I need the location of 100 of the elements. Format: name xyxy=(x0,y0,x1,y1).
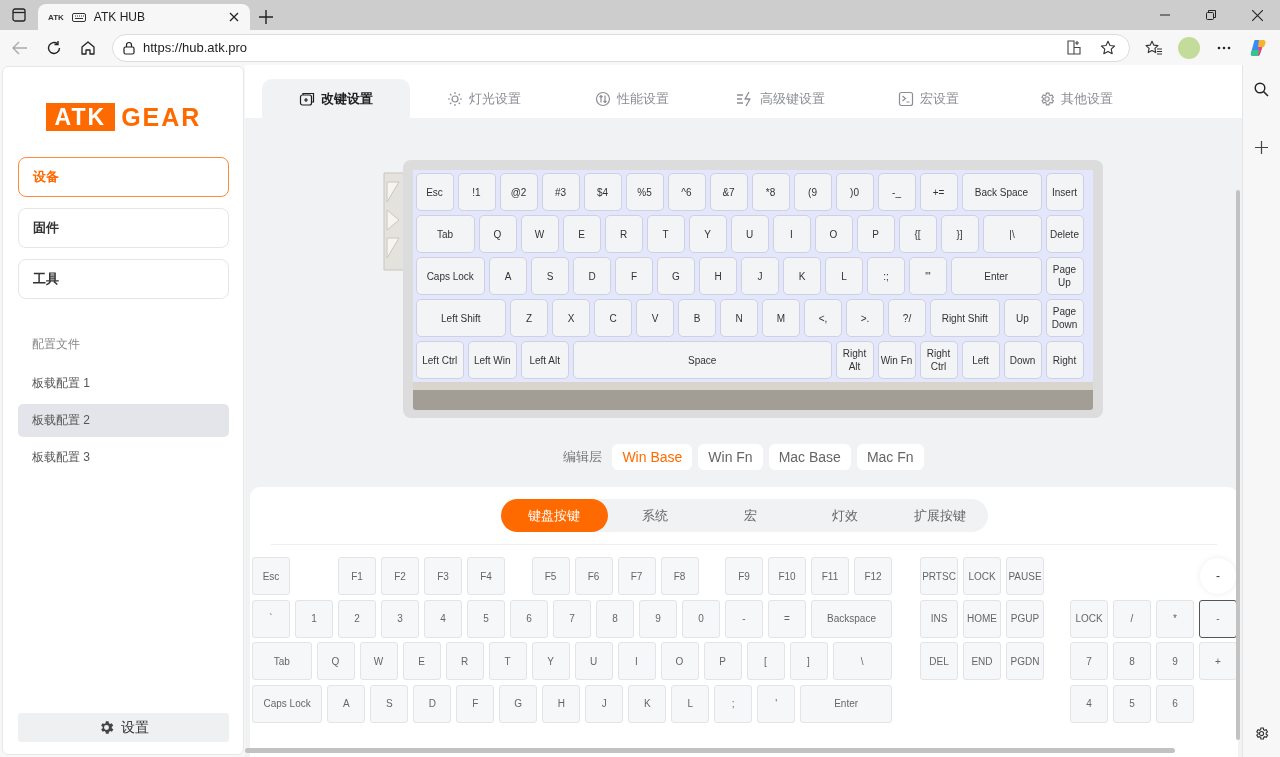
key-option[interactable]: - xyxy=(1199,599,1237,638)
key-option[interactable]: 6 xyxy=(1156,684,1194,723)
settings-tab[interactable]: 性能设置 xyxy=(558,79,706,118)
keyboard-key[interactable]: Enter xyxy=(951,257,1042,295)
key-option[interactable]: Q xyxy=(316,642,355,680)
key-option[interactable]: \ xyxy=(832,642,892,680)
category-tab[interactable]: 系统 xyxy=(607,499,703,532)
keyboard-key[interactable]: H xyxy=(699,257,737,295)
keyboard-key[interactable]: R xyxy=(604,215,643,253)
key-option[interactable]: ; xyxy=(714,684,753,723)
key-option[interactable]: Enter xyxy=(800,684,892,723)
key-option[interactable]: F10 xyxy=(768,557,806,595)
key-option[interactable]: ] xyxy=(789,642,828,680)
key-option[interactable]: Caps Lock xyxy=(252,684,323,723)
keyboard-key[interactable]: U xyxy=(730,215,769,253)
keyboard-key[interactable]: O xyxy=(814,215,853,253)
keyboard-key[interactable]: |\ xyxy=(982,215,1042,253)
keyboard-key[interactable]: Z xyxy=(510,299,548,337)
key-option[interactable]: J xyxy=(585,684,624,723)
keyboard-key[interactable]: += xyxy=(919,173,958,211)
keyboard-key[interactable]: Left Ctrl xyxy=(415,341,464,379)
key-option[interactable]: 1 xyxy=(295,599,333,638)
keyboard-key[interactable]: D xyxy=(573,257,611,295)
key-option[interactable]: F12 xyxy=(854,557,892,595)
keyboard-key[interactable]: G xyxy=(657,257,695,295)
category-tab[interactable]: 扩展按键 xyxy=(892,499,988,532)
keyboard-key[interactable]: N xyxy=(720,299,758,337)
keyboard-key[interactable]: Insert xyxy=(1045,173,1084,211)
settings-tab[interactable]: 改键设置 xyxy=(262,79,410,118)
settings-tab[interactable]: 其他设置 xyxy=(1002,79,1150,118)
keyboard-key[interactable]: Left Alt xyxy=(520,341,569,379)
key-option[interactable]: INS xyxy=(920,599,958,638)
key-option[interactable]: PRTSC xyxy=(920,557,958,595)
key-option[interactable]: D xyxy=(413,684,452,723)
key-option[interactable]: Backspace xyxy=(811,599,892,638)
key-option[interactable]: T xyxy=(488,642,527,680)
settings-tab[interactable]: 宏设置 xyxy=(854,79,1002,118)
key-option[interactable]: E xyxy=(402,642,441,680)
key-option[interactable]: F1 xyxy=(338,557,376,595)
key-option[interactable]: W xyxy=(359,642,398,680)
keyboard-key[interactable]: P xyxy=(856,215,895,253)
settings-tab[interactable]: 灯光设置 xyxy=(410,79,558,118)
key-option[interactable]: 5 xyxy=(1113,684,1151,723)
vertical-scrollbar[interactable] xyxy=(1236,190,1240,740)
key-option[interactable]: PGUP xyxy=(1006,599,1044,638)
keyboard-key[interactable]: Back Space xyxy=(961,173,1042,211)
keyboard-key[interactable]: )0 xyxy=(835,173,874,211)
key-option[interactable]: L xyxy=(671,684,710,723)
keyboard-key[interactable]: ?/ xyxy=(888,299,926,337)
key-option[interactable]: F8 xyxy=(660,557,699,595)
key-option[interactable]: LOCK xyxy=(963,557,1001,595)
keyboard-key[interactable]: Space xyxy=(573,341,832,379)
keyboard-key[interactable]: %5 xyxy=(625,173,664,211)
keyboard-key[interactable]: Left Shift xyxy=(415,299,506,337)
key-option[interactable]: END xyxy=(963,642,1001,680)
keyboard-key[interactable]: &7 xyxy=(709,173,748,211)
keyboard-key[interactable]: !1 xyxy=(457,173,496,211)
key-option[interactable]: Y xyxy=(531,642,570,680)
keyboard-key[interactable]: F xyxy=(615,257,653,295)
key-option[interactable]: 8 xyxy=(1113,642,1151,680)
keyboard-key[interactable]: ^6 xyxy=(667,173,706,211)
key-option[interactable]: PGDN xyxy=(1006,642,1044,680)
key-option[interactable]: 5 xyxy=(467,599,505,638)
profile-item[interactable]: 板载配置 3 xyxy=(18,441,229,474)
keyboard-key[interactable]: X xyxy=(552,299,590,337)
key-option[interactable]: Esc xyxy=(252,557,290,595)
key-option[interactable]: F5 xyxy=(531,557,570,595)
key-option[interactable]: F6 xyxy=(574,557,613,595)
tab-actions-icon[interactable] xyxy=(12,8,26,22)
keyboard-key[interactable]: <, xyxy=(804,299,842,337)
key-option[interactable]: - xyxy=(725,599,763,638)
keyboard-key[interactable]: I xyxy=(772,215,811,253)
key-option[interactable]: 7 xyxy=(1070,642,1108,680)
keyboard-key[interactable]: Right Ctrl xyxy=(919,341,958,379)
keyboard-key[interactable]: A xyxy=(489,257,527,295)
key-option[interactable]: F2 xyxy=(381,557,419,595)
keyboard-key[interactable]: Left xyxy=(961,341,1000,379)
category-tab[interactable]: 宏 xyxy=(702,499,798,532)
key-option[interactable]: H xyxy=(542,684,581,723)
key-option[interactable]: [ xyxy=(746,642,785,680)
keyboard-key[interactable]: Up xyxy=(1003,299,1042,337)
key-option[interactable]: 3 xyxy=(381,599,419,638)
keyboard-key[interactable]: Tab xyxy=(415,215,475,253)
key-option[interactable]: 8 xyxy=(596,599,634,638)
keyboard-key[interactable]: Right Shift xyxy=(930,299,1000,337)
address-bar[interactable]: https://hub.atk.pro xyxy=(112,33,1130,62)
settings-tab[interactable]: 高级键设置 xyxy=(706,79,854,118)
key-option[interactable]: F11 xyxy=(811,557,849,595)
keyboard-key[interactable]: (9 xyxy=(793,173,832,211)
horizontal-scrollbar[interactable] xyxy=(245,748,1175,753)
key-option[interactable]: S xyxy=(370,684,409,723)
keyboard-key[interactable]: S xyxy=(531,257,569,295)
key-option[interactable]: ' xyxy=(757,684,796,723)
key-option[interactable]: U xyxy=(574,642,613,680)
key-option[interactable]: F4 xyxy=(467,557,505,595)
key-option[interactable]: * xyxy=(1156,599,1194,638)
key-option[interactable]: ` xyxy=(252,599,290,638)
keyboard-key[interactable]: Q xyxy=(478,215,517,253)
keyboard-key[interactable]: }] xyxy=(940,215,979,253)
key-option[interactable]: R xyxy=(445,642,484,680)
